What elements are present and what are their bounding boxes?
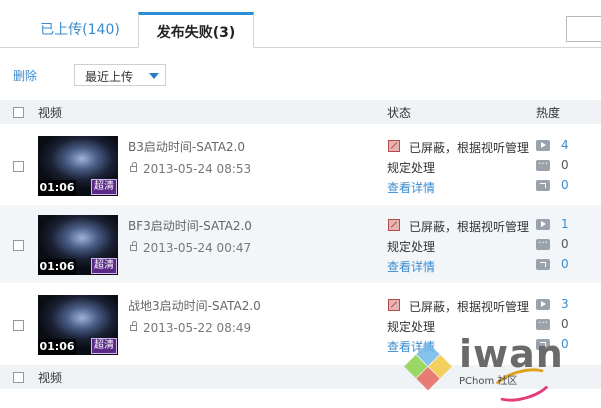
quality-badge: 超清 <box>91 179 117 195</box>
table-row: 01:06 超清 BF3启动时间-SATA2.0 2013-05-24 00:4… <box>0 205 601 283</box>
search-input[interactable] <box>566 16 601 42</box>
comment-count: 0 <box>561 158 569 172</box>
video-title[interactable]: B3启动时间-SATA2.0 <box>128 138 245 155</box>
share-count-icon <box>536 259 550 270</box>
watermark-logo: iwan PChom 社区 <box>403 332 601 408</box>
status-text: 已屏蔽，根据视听管理规定处理 <box>387 220 530 254</box>
tab-uploaded[interactable]: 已上传(140) <box>22 12 138 48</box>
sort-dropdown[interactable]: 最近上传 <box>74 64 166 86</box>
table-header: 视频 状态 热度 <box>0 100 601 124</box>
share-count-icon <box>536 180 550 191</box>
header-status: 状态 <box>387 106 412 120</box>
upload-date: 2013-05-22 08:49 <box>143 321 252 335</box>
tab-publish-failed[interactable]: 发布失败(3) <box>138 12 254 48</box>
status-text: 已屏蔽，根据视听管理规定处理 <box>387 141 530 175</box>
header-video: 视频 <box>38 106 63 120</box>
row-checkbox[interactable] <box>13 161 24 172</box>
video-thumbnail[interactable]: 01:06 超清 <box>38 295 118 355</box>
watermark-text: iwan <box>459 332 564 376</box>
watermark-subtext: PChom 社区 <box>459 376 518 387</box>
upload-date: 2013-05-24 00:47 <box>143 241 252 255</box>
quality-badge: 超清 <box>91 258 117 274</box>
duration-badge: 01:06 <box>38 259 76 275</box>
table-row: 01:06 超清 B3启动时间-SATA2.0 2013-05-24 08:53… <box>0 126 601 204</box>
logo-cube-icon <box>404 342 453 392</box>
play-count[interactable]: 1 <box>561 217 569 231</box>
quality-badge: 超清 <box>91 338 117 354</box>
lock-icon <box>130 241 137 251</box>
video-title[interactable]: 战地3启动时间-SATA2.0 <box>128 297 261 314</box>
play-count[interactable]: 3 <box>561 297 569 311</box>
comment-count-icon <box>536 156 550 171</box>
comment-count-icon <box>536 315 550 330</box>
play-count-icon <box>536 140 550 151</box>
lock-icon <box>130 162 137 172</box>
chevron-down-icon <box>149 73 159 79</box>
row-checkbox[interactable] <box>13 320 24 331</box>
upload-date: 2013-05-24 08:53 <box>143 162 252 176</box>
status-text: 已屏蔽，根据视听管理规定处理 <box>387 300 530 334</box>
comment-count: 0 <box>561 317 569 331</box>
play-count-icon <box>536 219 550 230</box>
select-all-checkbox-bottom[interactable] <box>13 372 24 383</box>
view-details-link[interactable]: 查看详情 <box>387 258 435 275</box>
toolbar: 删除 最近上传 <box>0 58 601 92</box>
lock-icon <box>130 321 137 331</box>
video-thumbnail[interactable]: 01:06 超清 <box>38 136 118 196</box>
duration-badge: 01:06 <box>38 180 76 196</box>
share-count[interactable]: 0 <box>561 257 569 271</box>
play-count[interactable]: 4 <box>561 138 569 152</box>
sort-selected-value: 最近上传 <box>85 70 134 84</box>
footer-video: 视频 <box>38 371 63 385</box>
delete-button[interactable]: 删除 <box>13 67 37 84</box>
share-count[interactable]: 0 <box>561 178 569 192</box>
video-thumbnail[interactable]: 01:06 超清 <box>38 215 118 275</box>
comment-count: 0 <box>561 237 569 251</box>
row-checkbox[interactable] <box>13 240 24 251</box>
video-title[interactable]: BF3启动时间-SATA2.0 <box>128 217 252 234</box>
select-all-checkbox[interactable] <box>13 107 24 118</box>
view-details-link[interactable]: 查看详情 <box>387 179 435 196</box>
play-count-icon <box>536 299 550 310</box>
header-heat: 热度 <box>536 106 561 120</box>
duration-badge: 01:06 <box>38 339 76 355</box>
comment-count-icon <box>536 235 550 250</box>
tab-bar: 已上传(140) 发布失败(3) <box>0 0 601 48</box>
